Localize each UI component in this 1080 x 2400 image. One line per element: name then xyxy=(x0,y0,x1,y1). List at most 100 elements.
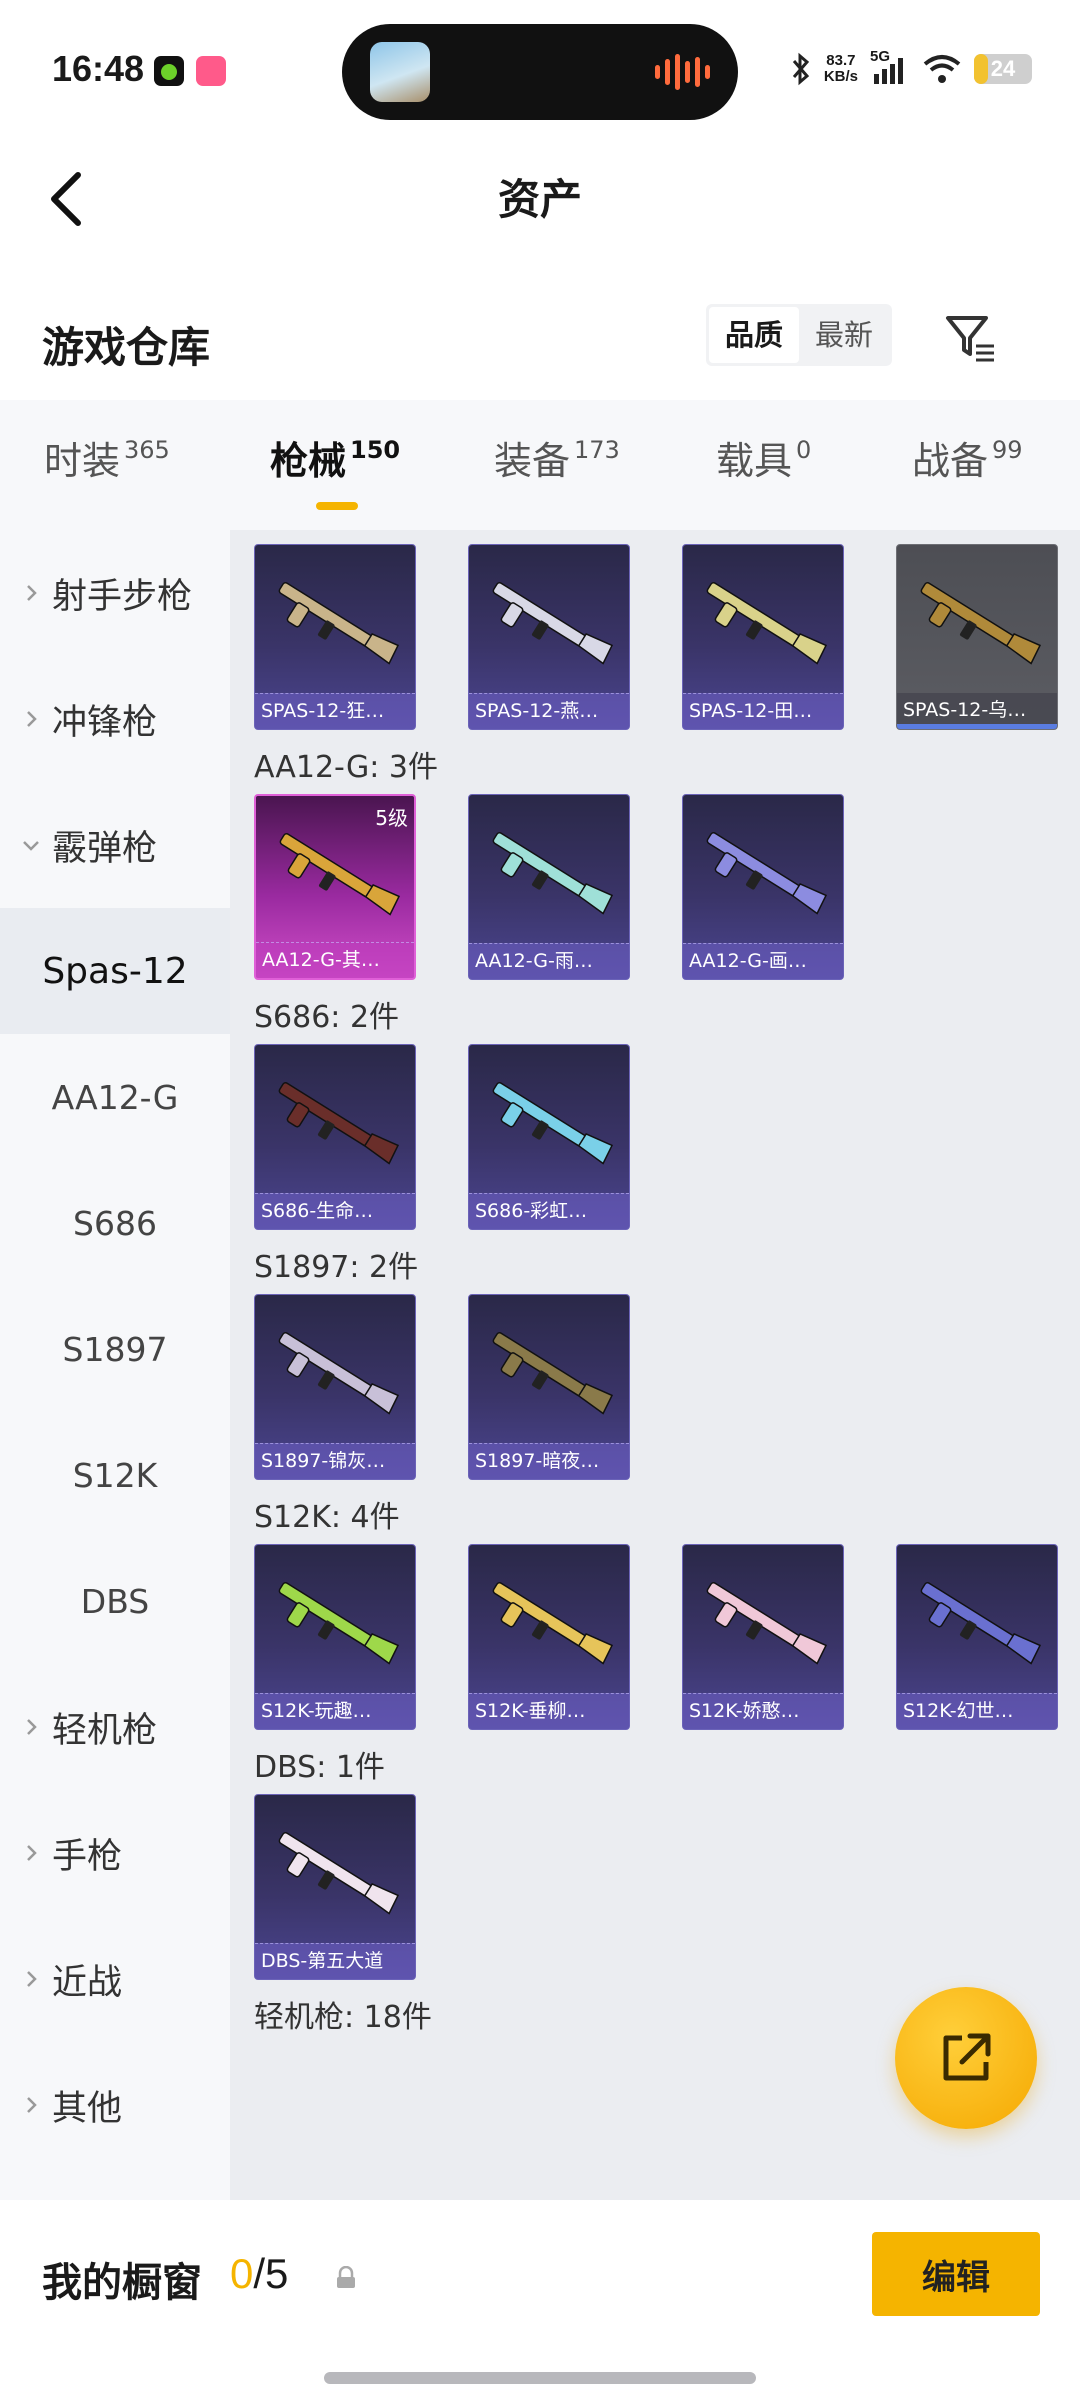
chevron-right-icon xyxy=(27,711,37,727)
filter-button[interactable] xyxy=(940,308,1000,368)
sidebar-category[interactable]: 近战 xyxy=(0,1916,230,2042)
share-button[interactable] xyxy=(895,1987,1037,2129)
sort-quality-option[interactable]: 品质 xyxy=(709,307,800,363)
weapon-card[interactable]: SPAS-12-乌… xyxy=(896,544,1058,730)
status-time: 16:48 xyxy=(52,48,145,89)
showcase-bar: 我的橱窗 0/5 编辑 xyxy=(0,2200,1080,2400)
sidebar-item-label: 霰弹枪 xyxy=(52,828,158,869)
weapon-card[interactable]: AA12-G-雨… xyxy=(468,794,630,980)
sidebar-subitem[interactable]: S1897 xyxy=(0,1286,230,1412)
weapon-image xyxy=(920,582,1042,665)
weapon-card[interactable]: SPAS-12-燕… xyxy=(468,544,630,730)
sidebar-item-label: 射手步枪 xyxy=(52,576,193,617)
weapon-card[interactable]: S1897-暗夜… xyxy=(468,1294,630,1480)
status-bar: 16:48 83.7 KB/s 5G 24 xyxy=(0,0,1080,140)
sidebar-item-label: 冲锋枪 xyxy=(52,702,158,743)
tab-outfits[interactable]: 时装 365 xyxy=(44,430,170,520)
weapon-name: SPAS-12-狂… xyxy=(255,693,415,729)
sidebar-subitem[interactable]: S12K xyxy=(0,1412,230,1538)
weapon-name: S12K-玩趣… xyxy=(255,1693,415,1729)
weapon-image xyxy=(278,582,400,665)
showcase-label: 我的橱窗 xyxy=(42,2260,202,2306)
sidebar-item-label: S1897 xyxy=(62,1329,168,1369)
filter-icon xyxy=(946,316,994,362)
weapon-image xyxy=(278,1582,400,1665)
weapon-card[interactable]: S686-彩虹… xyxy=(468,1044,630,1230)
chevron-right-icon xyxy=(27,585,37,601)
weapon-name: S686-生命… xyxy=(255,1193,415,1229)
app-pink-icon xyxy=(196,56,226,86)
sidebar-subitem[interactable]: AA12-G xyxy=(0,1034,230,1160)
weapon-name: SPAS-12-乌… xyxy=(897,693,1057,729)
sidebar-category[interactable]: 射手步枪 xyxy=(0,530,230,656)
sidebar-item-label: S686 xyxy=(73,1203,157,1243)
weapon-image xyxy=(706,582,828,665)
category-tabs: 时装 365 枪械 150 装备 173 载具 0 战备 99 xyxy=(0,400,1080,530)
sidebar-item-label: Spas-12 xyxy=(42,950,188,992)
weapon-image xyxy=(278,1082,400,1165)
sidebar-category[interactable]: 霰弹枪 xyxy=(0,782,230,908)
tab-firearms[interactable]: 枪械 150 xyxy=(270,430,400,520)
weapon-name: SPAS-12-燕… xyxy=(469,693,629,729)
weapon-image xyxy=(279,833,401,916)
weapon-card[interactable]: S1897-锦灰… xyxy=(254,1294,416,1480)
tab-equipment[interactable]: 装备 173 xyxy=(494,430,620,520)
weapon-card[interactable]: SPAS-12-狂… xyxy=(254,544,416,730)
sort-toggle: 品质 最新 xyxy=(706,304,893,366)
weapon-name: AA12-G-其… xyxy=(256,942,414,978)
weapon-card[interactable]: S12K-娇憨… xyxy=(682,1544,844,1730)
weapon-name: S12K-幻世… xyxy=(897,1693,1057,1729)
weapon-name: DBS-第五大道 xyxy=(255,1943,415,1979)
sidebar-item-label: S12K xyxy=(72,1455,158,1495)
group-title: 轻机枪: 18件 xyxy=(254,2000,432,2035)
sidebar-category[interactable]: 其他 xyxy=(0,2042,230,2168)
signal-icon: 5G xyxy=(870,48,910,86)
share-external-icon xyxy=(943,2033,991,2081)
weapon-card[interactable]: AA12-G-画… xyxy=(682,794,844,980)
chevron-right-icon xyxy=(27,1971,37,1987)
wifi-icon xyxy=(923,55,961,83)
weapon-card[interactable]: S12K-玩趣… xyxy=(254,1544,416,1730)
home-indicator[interactable] xyxy=(324,2372,756,2384)
bluetooth-icon xyxy=(792,52,809,86)
group-title: S1897: 2件 xyxy=(254,1250,419,1285)
weapon-card[interactable]: S12K-垂柳… xyxy=(468,1544,630,1730)
weapon-card[interactable]: 5级 AA12-G-其… xyxy=(254,794,416,980)
weapon-card[interactable]: S686-生命… xyxy=(254,1044,416,1230)
weapon-name: S1897-暗夜… xyxy=(469,1443,629,1479)
weapon-name: SPAS-12-田… xyxy=(683,693,843,729)
weapon-name: S686-彩虹… xyxy=(469,1193,629,1229)
weapon-image xyxy=(920,1582,1042,1665)
sidebar-subitem[interactable]: DBS xyxy=(0,1538,230,1664)
sidebar-subitem[interactable]: Spas-12 xyxy=(0,908,230,1034)
sidebar-category[interactable]: 轻机枪 xyxy=(0,1664,230,1790)
sidebar-category[interactable]: 冲锋枪 xyxy=(0,656,230,782)
weapon-name: AA12-G-画… xyxy=(683,943,843,979)
dynamic-island[interactable] xyxy=(342,24,738,120)
sidebar-item-label: 手枪 xyxy=(52,1836,123,1877)
audio-wave-icon xyxy=(655,54,710,90)
group-title: S686: 2件 xyxy=(254,1000,400,1035)
sidebar-item-label: 轻机枪 xyxy=(52,1710,158,1751)
weapon-image xyxy=(492,1582,614,1665)
sort-latest-option[interactable]: 最新 xyxy=(799,307,889,363)
tab-vehicles[interactable]: 载具 0 xyxy=(716,430,811,520)
sidebar-subitem[interactable]: S686 xyxy=(0,1160,230,1286)
weapon-name: S12K-垂柳… xyxy=(469,1693,629,1729)
sidebar-category[interactable]: 手枪 xyxy=(0,1790,230,1916)
weapon-card[interactable]: DBS-第五大道 xyxy=(254,1794,416,1980)
showcase-count: 0/5 xyxy=(230,2250,289,2297)
group-title: AA12-G: 3件 xyxy=(254,750,438,785)
weapon-card[interactable]: SPAS-12-田… xyxy=(682,544,844,730)
weapon-image xyxy=(278,1332,400,1415)
weapon-image xyxy=(706,1582,828,1665)
warehouse-title: 游戏仓库 xyxy=(42,323,211,372)
app-green-icon xyxy=(154,56,184,86)
tab-supplies[interactable]: 战备 99 xyxy=(912,430,1023,520)
sidebar-item-label: 其他 xyxy=(52,2088,123,2129)
chevron-right-icon xyxy=(27,1719,37,1735)
group-title: DBS: 1件 xyxy=(254,1750,385,1785)
status-indicators: 83.7 KB/s 5G 24 xyxy=(790,48,1032,86)
weapon-card[interactable]: S12K-幻世… xyxy=(896,1544,1058,1730)
edit-button[interactable]: 编辑 xyxy=(872,2232,1040,2316)
